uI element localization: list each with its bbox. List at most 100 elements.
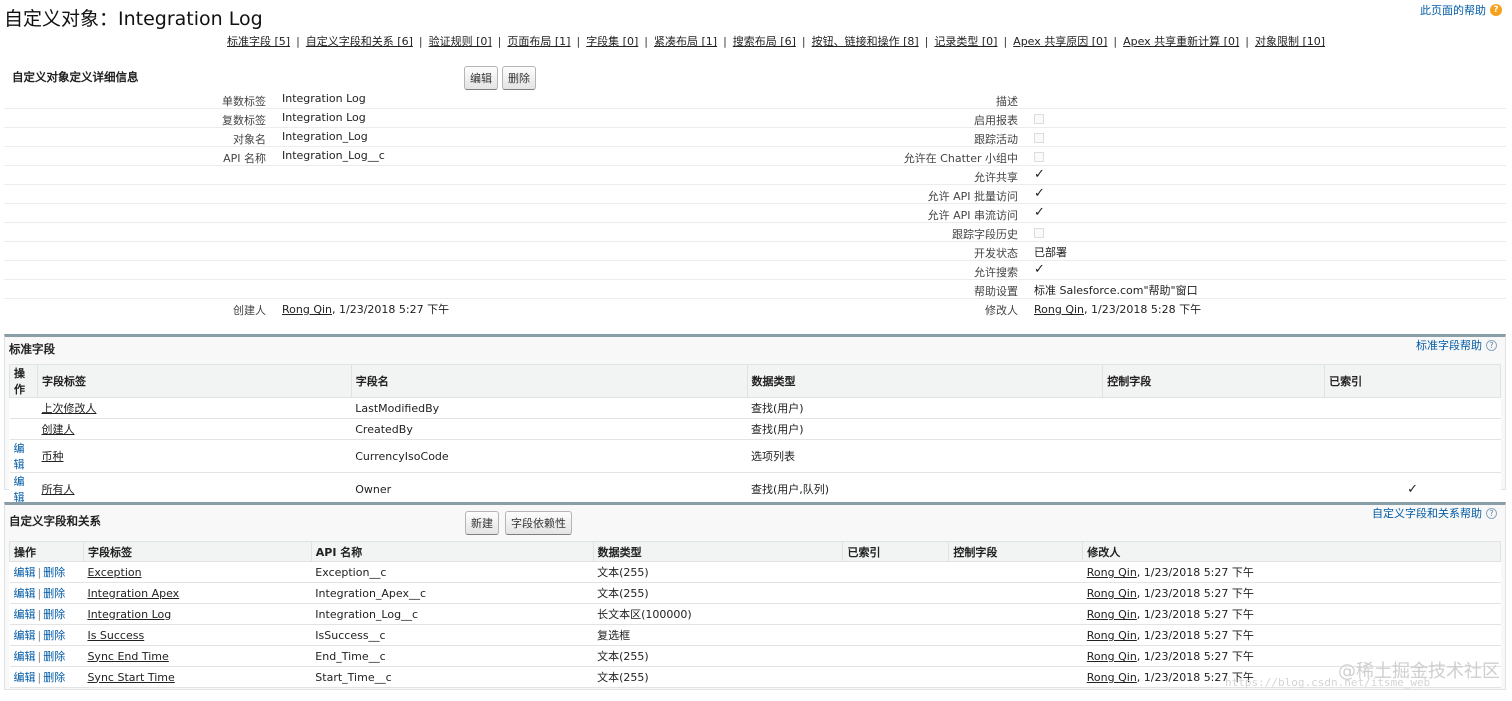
column-header[interactable]: 字段名 (350, 364, 748, 398)
help-icon[interactable]: ? (1486, 339, 1497, 351)
column-header[interactable]: 修改人 (1082, 541, 1501, 562)
nav-link[interactable]: 对象限制 [10] (1255, 35, 1325, 48)
column-header[interactable]: 操作 (9, 364, 38, 398)
detail-label: API 名称 (223, 152, 266, 165)
modified-by-user-link[interactable]: Rong Qin (1034, 303, 1084, 316)
checkbox-unchecked-icon (1034, 152, 1044, 162)
help-icon[interactable]: ? (1490, 4, 1502, 16)
delete-link[interactable]: 删除 (43, 650, 65, 663)
nav-link[interactable]: 搜索布局 [6] (733, 35, 796, 48)
nav-link[interactable]: 按钮、链接和操作 [8] (812, 35, 919, 48)
field-label-link[interactable]: Is Success (87, 629, 144, 642)
edit-link[interactable]: 编辑 (14, 629, 36, 642)
modified-by-date: , 1/23/2018 5:27 下午 (1136, 608, 1254, 621)
edit-link[interactable]: 编辑 (14, 442, 25, 471)
field-dependencies-button[interactable]: 字段依赖性 (505, 511, 572, 535)
indexed-cell (1324, 397, 1501, 419)
checkbox-unchecked-icon (1034, 114, 1044, 124)
standard-fields-help-label[interactable]: 标准字段帮助 (1416, 337, 1482, 353)
detail-value: Integration_Log (282, 130, 368, 143)
nav-separator: | (924, 35, 929, 48)
field-label-link[interactable]: 创建人 (41, 423, 74, 436)
column-header[interactable]: 已索引 (1324, 364, 1501, 398)
modified-by-user-link[interactable]: Rong Qin (1087, 566, 1137, 579)
related-list-nav: 标准字段 [5] | 自定义字段和关系 [6] | 验证规则 [0] | 页面布局 [1] |… (227, 33, 1325, 49)
created-by-user-link[interactable]: Rong Qin (282, 303, 332, 316)
table-row: 编辑 | 删除 Integration Log Integration_Log__c 长文… (9, 603, 1501, 625)
detail-row: 对象名 Integration_Log 跟踪活动 (4, 128, 1506, 147)
modified-by-cell: Rong Qin, 1/23/2018 5:27 下午 (1082, 582, 1501, 604)
detail-value (1034, 130, 1044, 146)
field-label-link[interactable]: Integration Log (87, 608, 171, 621)
column-header[interactable]: 控制字段 (1102, 364, 1326, 398)
modified-by-user-link[interactable]: Rong Qin (1087, 650, 1137, 663)
standard-fields-help[interactable]: 标准字段帮助 ? (1416, 337, 1497, 353)
edit-link[interactable]: 编辑 (14, 650, 36, 663)
delete-button[interactable]: 删除 (502, 66, 536, 90)
edit-button[interactable]: 编辑 (464, 66, 498, 90)
column-header[interactable]: API 名称 (310, 541, 594, 562)
detail-value: Integration_Log__c (282, 149, 385, 162)
indexed-cell (842, 603, 949, 625)
field-label-link[interactable]: 币种 (41, 450, 63, 463)
nav-link[interactable]: 页面布局 [1] (507, 35, 570, 48)
nav-link[interactable]: Apex 共享重新计算 [0] (1123, 35, 1239, 48)
delete-link[interactable]: 删除 (43, 587, 65, 600)
modified-by-cell: Rong Qin, 1/23/2018 5:27 下午 (1082, 561, 1501, 583)
nav-link[interactable]: 紧凑布局 [1] (654, 35, 717, 48)
column-header[interactable]: 数据类型 (592, 541, 844, 562)
nav-separator: | (497, 35, 502, 48)
api-name: End_Time__c (311, 645, 594, 667)
modified-by-user-link[interactable]: Rong Qin (1087, 587, 1137, 600)
nav-link[interactable]: 标准字段 [5] (227, 35, 290, 48)
custom-fields-help-label[interactable]: 自定义字段和关系帮助 (1372, 505, 1482, 521)
modified-by-user-link[interactable]: Rong Qin (1087, 608, 1137, 621)
new-field-button[interactable]: 新建 (465, 511, 499, 535)
detail-label: 允许 API 串流访问 (927, 209, 1018, 222)
field-label-link[interactable]: Sync Start Time (87, 671, 174, 684)
field-label-link[interactable]: Sync End Time (87, 650, 168, 663)
nav-link[interactable]: 字段集 [0] (586, 35, 638, 48)
control-field (948, 645, 1083, 667)
detail-label: 开发状态 (974, 247, 1018, 260)
delete-link[interactable]: 删除 (43, 608, 65, 621)
page-help-link[interactable]: 此页面的帮助 ? (1420, 2, 1502, 18)
edit-link[interactable]: 编辑 (14, 566, 36, 579)
edit-link[interactable]: 编辑 (14, 608, 36, 621)
modified-by-user-link[interactable]: Rong Qin (1087, 629, 1137, 642)
custom-fields-help[interactable]: 自定义字段和关系帮助 ? (1372, 505, 1497, 521)
delete-link[interactable]: 删除 (43, 566, 65, 579)
delete-link[interactable]: 删除 (43, 629, 65, 642)
help-icon[interactable]: ? (1486, 507, 1497, 519)
column-header[interactable]: 控制字段 (948, 541, 1084, 562)
control-field (948, 582, 1083, 604)
nav-link[interactable]: 记录类型 [0] (934, 35, 997, 48)
edit-link[interactable]: 编辑 (14, 475, 25, 504)
edit-link[interactable]: 编辑 (14, 671, 36, 684)
column-header[interactable]: 操作 (9, 541, 84, 562)
delete-link[interactable]: 删除 (43, 671, 65, 684)
nav-link[interactable]: Apex 共享原因 [0] (1013, 35, 1107, 48)
table-row: 编辑 币种 CurrencyIsoCode 选项列表 (9, 439, 1501, 473)
column-header[interactable]: 已索引 (842, 541, 950, 562)
field-label-link[interactable]: Integration Apex (87, 587, 179, 600)
field-label-link[interactable]: 所有人 (41, 483, 74, 496)
modified-by-user-link[interactable]: Rong Qin (1087, 671, 1137, 684)
column-header[interactable]: 字段标签 (82, 541, 312, 562)
table-row: 上次修改人 LastModifiedBy 查找(用户) (9, 397, 1501, 419)
page-help-label[interactable]: 此页面的帮助 (1420, 2, 1486, 18)
column-header[interactable]: 数据类型 (746, 364, 1104, 398)
field-label-link[interactable]: 上次修改人 (41, 402, 96, 415)
standard-fields-section: 标准字段 标准字段帮助 ? 操作 字段标签 字段名 数据类型 控制字段 已索引 上次修改人… (4, 334, 1506, 539)
table-row: 编辑 | 删除 Exception Exception__c 文本(255) Rong Qi… (9, 561, 1501, 583)
nav-link[interactable]: 自定义字段和关系 [6] (306, 35, 413, 48)
detail-value: ✓ (1034, 187, 1045, 200)
column-header[interactable]: 字段标签 (36, 364, 352, 398)
field-label-link[interactable]: Exception (87, 566, 141, 579)
edit-link[interactable]: 编辑 (14, 587, 36, 600)
custom-fields-table: 操作 字段标签 API 名称 数据类型 已索引 控制字段 修改人 编辑 | 删除 Exceptio… (9, 541, 1501, 688)
data-type: 文本(255) (593, 645, 843, 667)
detail-label: 帮助设置 (974, 285, 1018, 298)
detail-value (1034, 225, 1044, 241)
nav-link[interactable]: 验证规则 [0] (429, 35, 492, 48)
